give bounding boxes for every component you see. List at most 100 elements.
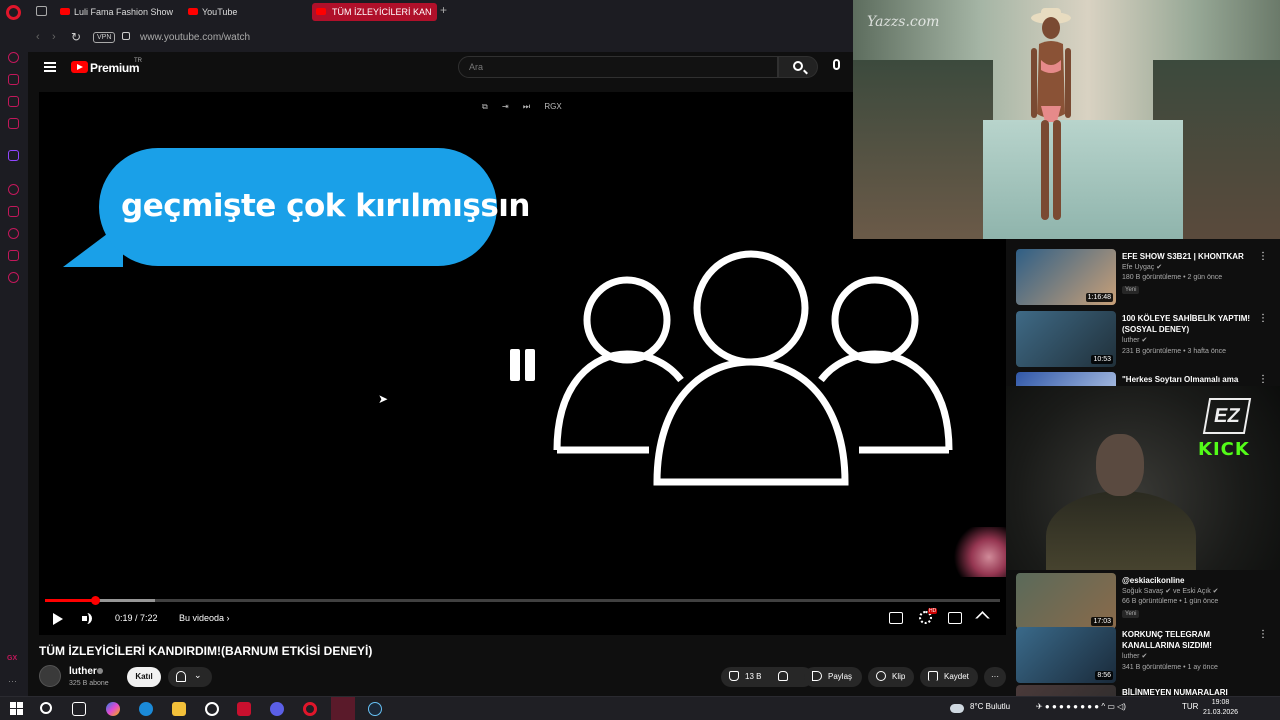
search-button[interactable] — [778, 56, 818, 78]
save-button[interactable]: Kaydet — [920, 667, 978, 687]
more-vert-icon[interactable]: ⋮ — [1258, 629, 1268, 640]
history-icon[interactable] — [8, 228, 19, 239]
new-tab-button[interactable]: + — [440, 3, 447, 17]
video-thumbnail[interactable]: 10:53 — [1016, 311, 1116, 367]
lock-icon[interactable] — [122, 32, 130, 40]
pause-overlay-icon[interactable] — [510, 349, 536, 381]
snap-icon[interactable]: ⇥ — [502, 102, 509, 111]
opera-logo-icon[interactable] — [6, 5, 21, 20]
progress-bar[interactable] — [45, 596, 1000, 605]
video-thumbnail[interactable]: 17:03 — [1016, 573, 1116, 629]
back-icon[interactable]: ‹ — [36, 31, 40, 43]
file-explorer-icon[interactable] — [172, 702, 186, 716]
tab-youtube[interactable]: YouTube — [184, 3, 294, 21]
tab-active-video[interactable]: TÜM İZLEYİCİLERİ KAN — [312, 3, 437, 21]
play-icon[interactable] — [53, 613, 63, 625]
task-view-icon[interactable] — [72, 702, 86, 716]
rec-channel[interactable]: luther ✔ — [1122, 336, 1147, 344]
rec-channel[interactable]: Soğuk Savaş ✔ ve Eski Açık ✔ — [1122, 587, 1219, 595]
video-thumbnail[interactable]: 1:16:48 — [1016, 249, 1116, 305]
watermark-text: Yazzs.com — [867, 14, 940, 30]
channel-name[interactable]: luther — [69, 666, 97, 677]
list-item[interactable]: 17:03 @eskiacikonline Soğuk Savaş ✔ ve E… — [1016, 573, 1272, 633]
list-item[interactable]: 1:16:48 EFE SHOW S3B21 | KHONTKAR Efe Uy… — [1016, 249, 1272, 309]
more-vert-icon[interactable]: ⋮ — [1258, 251, 1268, 262]
rec-title[interactable]: BİLİNMEYEN NUMARALARI — [1122, 687, 1252, 696]
list-item[interactable]: "Herkes Soytarı Olmamalı ama ⋮ — [1016, 372, 1272, 386]
edge-icon[interactable] — [139, 702, 153, 716]
vpn-badge[interactable]: VPN — [93, 32, 116, 43]
youtube-premium-label[interactable]: Premium — [90, 61, 140, 75]
fullscreen-icon[interactable] — [975, 611, 990, 626]
url-field[interactable]: www.youtube.com/watch — [140, 32, 250, 43]
like-count[interactable]: 13 B — [745, 667, 761, 687]
progress-scrubber[interactable] — [90, 596, 100, 605]
duration-badge: 17:03 — [1091, 617, 1113, 626]
video-title: TÜM İZLEYİCİLERİ KANDIRDIM!(BARNUM ETKİS… — [39, 644, 373, 658]
share-button[interactable]: Paylaş — [804, 667, 862, 687]
player-icon[interactable] — [8, 184, 19, 195]
more-vert-icon[interactable]: ⋮ — [1258, 313, 1268, 324]
rec-title[interactable]: @eskiacikonline — [1122, 575, 1252, 586]
clock-app-icon[interactable] — [205, 702, 219, 716]
discord-icon[interactable] — [270, 702, 284, 716]
notification-button[interactable]: ⌄ — [168, 667, 212, 687]
rec-title[interactable]: EFE SHOW S3B21 | KHONTKAR — [1122, 251, 1252, 262]
next-icon[interactable]: ⏭ — [523, 102, 530, 111]
bookmark-icon[interactable] — [8, 206, 19, 217]
thumbs-down-icon[interactable] — [778, 671, 788, 681]
list-item[interactable]: 8:56 KORKUNÇ TELEGRAM KANALLARINA SIZDIM… — [1016, 627, 1272, 687]
twitch-icon[interactable] — [8, 150, 19, 161]
tab-label: YouTube — [202, 7, 238, 17]
gmail-icon[interactable] — [8, 118, 19, 129]
list-item[interactable]: 10:53 100 KÖLEYE SAHİBELİK YAPTIM! (SOSY… — [1016, 311, 1272, 371]
rec-channel[interactable]: Efe Uygaç ✔ — [1122, 263, 1162, 271]
more-vert-icon[interactable]: ⋮ — [1258, 374, 1268, 385]
shopping-icon[interactable] — [8, 74, 19, 85]
rgx-label[interactable]: RGX — [544, 102, 561, 111]
tray-icons[interactable]: ✈ ● ● ● ● ● ● ● ● ^ ▭ ◁) — [1036, 702, 1126, 711]
clock[interactable]: 19:08 21.03.2026 — [1203, 698, 1238, 718]
rec-title[interactable]: 100 KÖLEYE SAHİBELİK YAPTIM! (SOSYAL DEN… — [1122, 313, 1252, 335]
windows-start-icon[interactable] — [10, 702, 23, 715]
opera-icon[interactable] — [303, 702, 317, 716]
tab-luli-fama[interactable]: Luli Fama Fashion Show S — [56, 3, 176, 21]
volume-icon[interactable] — [82, 613, 92, 624]
list-item[interactable]: BİLİNMEYEN NUMARALARI — [1016, 685, 1272, 696]
rec-title[interactable]: "Herkes Soytarı Olmamalı ama — [1122, 374, 1252, 385]
aria-icon[interactable] — [8, 52, 19, 63]
thumbs-up-icon[interactable] — [729, 671, 739, 681]
rec-channel[interactable]: luther ✔ — [1122, 652, 1147, 660]
video-thumbnail[interactable] — [1016, 372, 1116, 386]
microphone-icon[interactable] — [833, 59, 840, 70]
forward-icon[interactable]: › — [52, 31, 56, 43]
avatar[interactable] — [39, 665, 61, 687]
copilot-icon[interactable] — [106, 702, 120, 716]
hamburger-menu-icon[interactable] — [44, 62, 56, 72]
reload-icon[interactable]: ↻ — [71, 30, 81, 44]
more-actions-button[interactable]: ··· — [984, 667, 1006, 687]
tab-menu-icon[interactable] — [36, 6, 47, 16]
rec-meta: 231 B görüntüleme • 3 hafta önce — [1122, 348, 1227, 355]
steam-icon[interactable] — [368, 702, 382, 716]
rec-title[interactable]: KORKUNÇ TELEGRAM KANALLARINA SIZDIM! — [1122, 629, 1252, 651]
search-input[interactable]: Ara — [458, 56, 778, 78]
messenger-icon[interactable] — [8, 96, 19, 107]
language-indicator[interactable]: TUR — [1182, 702, 1198, 711]
video-thumbnail[interactable]: 8:56 — [1016, 627, 1116, 683]
settings-icon[interactable] — [8, 272, 19, 283]
clip-button[interactable]: Klip — [868, 667, 914, 687]
sidebar-more-icon[interactable]: ··· — [8, 676, 17, 686]
extensions-icon[interactable] — [8, 250, 19, 261]
video-thumbnail[interactable] — [1016, 685, 1116, 696]
opera-gx-icon[interactable] — [331, 697, 355, 720]
chapter-button[interactable]: Bu videoda › — [179, 613, 230, 623]
join-button[interactable]: Katıl — [127, 667, 161, 687]
subtitles-icon[interactable] — [889, 612, 903, 624]
youtube-logo-icon[interactable] — [71, 61, 88, 73]
weather-text[interactable]: 8°C Bulutlu — [970, 702, 1010, 711]
popout-icon[interactable]: ⧉ — [482, 102, 488, 111]
theater-mode-icon[interactable] — [948, 612, 962, 624]
app-icon[interactable] — [237, 702, 251, 716]
search-icon[interactable] — [40, 702, 52, 714]
